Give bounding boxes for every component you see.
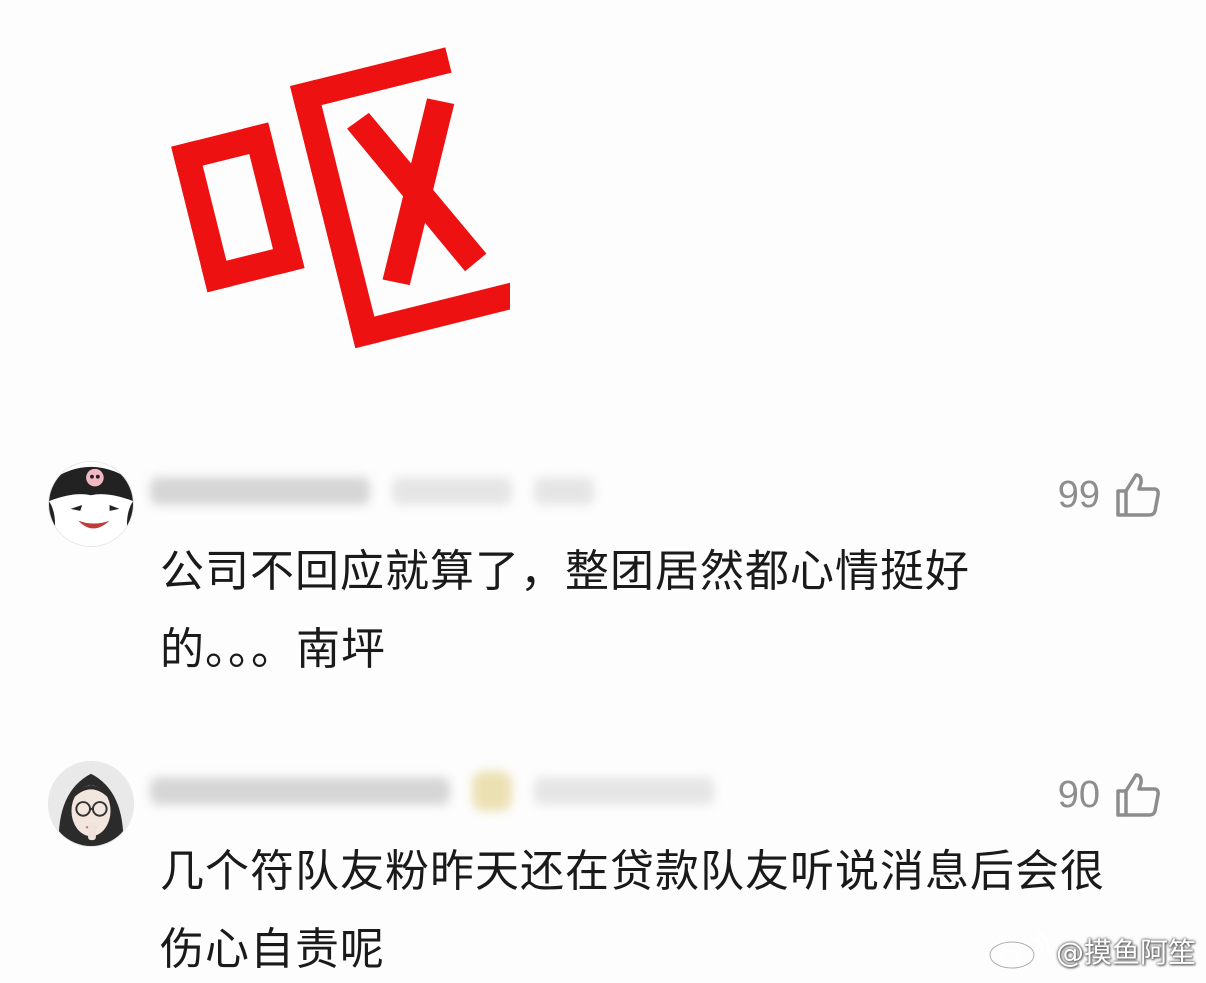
like-count: 90 bbox=[1057, 774, 1100, 816]
watermark: @摸鱼阿笙 bbox=[982, 931, 1196, 971]
screenshot-page: 99 公司不回应就算了，整团居然都心情挺好 的。。。南坪 90 几个符队友粉昨天… bbox=[0, 0, 1206, 983]
thumbs-up-icon bbox=[1116, 773, 1160, 817]
avatar[interactable] bbox=[48, 461, 134, 547]
blurred-username bbox=[150, 769, 714, 813]
big-red-character bbox=[150, 40, 521, 370]
blurred-username bbox=[150, 469, 594, 513]
cartoon-skull-character-avatar-icon bbox=[49, 462, 133, 546]
avatar[interactable] bbox=[48, 761, 134, 847]
watermark-text: @摸鱼阿笙 bbox=[1055, 936, 1196, 969]
thumbs-up-icon bbox=[1116, 473, 1160, 517]
weibo-logo-icon bbox=[988, 931, 1050, 970]
like-button[interactable]: 99 bbox=[1058, 471, 1162, 519]
girl-with-glasses-avatar-icon bbox=[49, 762, 133, 846]
like-button[interactable]: 90 bbox=[1058, 771, 1162, 819]
like-count: 99 bbox=[1057, 474, 1100, 516]
comment-item: 99 公司不回应就算了，整团居然都心情挺好 的。。。南坪 bbox=[0, 455, 1206, 715]
red-character-graphic bbox=[171, 47, 521, 349]
comment-text: 公司不回应就算了，整团居然都心情挺好 的。。。南坪 bbox=[160, 546, 970, 675]
